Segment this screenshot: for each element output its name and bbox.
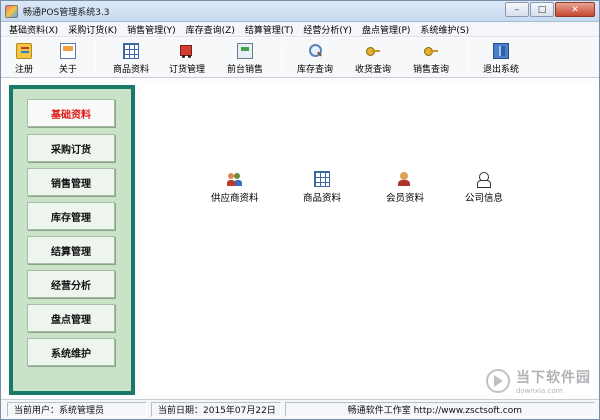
status-current-user: 当前用户：系统管理员	[7, 402, 147, 417]
nav-system[interactable]: 系统维护	[27, 338, 115, 366]
exit-icon	[493, 43, 509, 59]
menu-system[interactable]: 系统维护(S)	[415, 23, 474, 36]
menu-bar: 基础资料(X) 采购订货(K) 销售管理(Y) 库存查询(Z) 结算管理(T) …	[1, 22, 599, 37]
product-grid-icon	[123, 43, 139, 59]
window-title: 畅通POS管理系统3.3	[23, 8, 110, 18]
app-window: 畅通POS管理系统3.3 – □ ✕ 基础资料(X) 采购订货(K) 销售管理(…	[0, 0, 600, 420]
status-vendor: 畅通软件工作室 http://www.zsctsoft.com	[285, 402, 595, 417]
nav-inventory[interactable]: 库存管理	[27, 202, 115, 230]
menu-sales[interactable]: 销售管理(Y)	[122, 23, 181, 36]
toolbar: 注册 关于 商品资料 订货管理 前台销售 库存查询 收货查询 销售查询 退出系统	[1, 38, 599, 78]
people-icon	[226, 171, 243, 187]
truck-icon	[179, 43, 195, 59]
left-navigation-panel: 基础资料 采购订货 销售管理 库存管理 结算管理 经营分析 盘点管理 系统维护	[13, 89, 131, 391]
pos-terminal-icon	[237, 43, 253, 59]
status-bar: 当前用户：系统管理员 当前日期：2015年07月22日 畅通软件工作室 http…	[1, 399, 599, 419]
module-company-info[interactable]: 公司信息	[465, 171, 503, 204]
left-navigation: 基础资料 采购订货 销售管理 库存管理 结算管理 经营分析 盘点管理 系统维护	[9, 85, 135, 395]
toolbar-button-label: 退出系统	[483, 65, 520, 75]
menu-inventory-query[interactable]: 库存查询(Z)	[181, 23, 240, 36]
close-button[interactable]: ✕	[555, 2, 595, 17]
app-icon	[5, 5, 18, 18]
member-icon	[397, 171, 413, 187]
toolbar-button-label: 订货管理	[169, 65, 206, 75]
toolbar-inventory-query-button[interactable]: 库存查询	[297, 41, 333, 75]
key-icon	[423, 43, 439, 59]
toolbar-button-label: 注册	[15, 65, 34, 75]
toolbar-button-label: 库存查询	[297, 65, 334, 75]
toolbar-separator	[467, 43, 468, 73]
maximize-button[interactable]: □	[530, 2, 554, 17]
nav-sales[interactable]: 销售管理	[27, 168, 115, 196]
minimize-button[interactable]: –	[505, 2, 529, 17]
watermark-name: 当下软件园	[516, 370, 591, 386]
toolbar-ordering-button[interactable]: 订货管理	[169, 41, 205, 75]
module-label: 商品资料	[303, 193, 342, 204]
menu-stocktake[interactable]: 盘点管理(P)	[357, 23, 415, 36]
toolbar-button-label: 销售查询	[413, 65, 450, 75]
nav-analysis[interactable]: 经营分析	[27, 270, 115, 298]
register-icon	[16, 43, 32, 59]
toolbar-products-button[interactable]: 商品资料	[113, 41, 149, 75]
about-icon	[60, 43, 76, 59]
toolbar-pos-sales-button[interactable]: 前台销售	[227, 41, 263, 75]
toolbar-button-label: 关于	[59, 65, 78, 75]
toolbar-receipt-query-button[interactable]: 收货查询	[355, 41, 391, 75]
search-icon	[307, 43, 323, 59]
nav-stocktake[interactable]: 盘点管理	[27, 304, 115, 332]
toolbar-register-button[interactable]: 注册	[15, 41, 33, 75]
toolbar-button-label: 商品资料	[113, 65, 150, 75]
module-label: 供应商资料	[211, 193, 259, 204]
toolbar-sales-query-button[interactable]: 销售查询	[413, 41, 449, 75]
module-products[interactable]: 商品资料	[303, 171, 341, 204]
menu-purchasing[interactable]: 采购订货(K)	[63, 23, 122, 36]
key-icon	[365, 43, 381, 59]
menu-analysis[interactable]: 经营分析(Y)	[298, 23, 357, 36]
toolbar-separator	[281, 43, 282, 73]
toolbar-about-button[interactable]: 关于	[59, 41, 77, 75]
company-icon	[476, 171, 492, 188]
nav-settlement[interactable]: 结算管理	[27, 236, 115, 264]
module-suppliers[interactable]: 供应商资料	[211, 171, 259, 204]
product-grid-icon	[314, 171, 330, 187]
module-label: 会员资料	[386, 193, 425, 204]
menu-settlement[interactable]: 结算管理(T)	[240, 23, 299, 36]
module-label: 公司信息	[465, 193, 504, 204]
nav-basic-data[interactable]: 基础资料	[27, 99, 115, 127]
watermark: 当下软件园 downxia.com	[486, 367, 591, 395]
toolbar-button-label: 前台销售	[227, 65, 264, 75]
status-current-date: 当前日期：2015年07月22日	[151, 402, 281, 417]
play-logo-icon	[486, 369, 510, 393]
window-controls: – □ ✕	[505, 2, 595, 17]
toolbar-button-label: 收货查询	[355, 65, 392, 75]
title-bar[interactable]: 畅通POS管理系统3.3 – □ ✕	[1, 1, 599, 22]
main-content: 供应商资料 商品资料 会员资料 公司信息	[141, 85, 597, 395]
toolbar-separator	[95, 43, 96, 73]
watermark-text: 当下软件园 downxia.com	[516, 367, 591, 395]
watermark-url: downxia.com	[516, 387, 563, 395]
menu-basic-data[interactable]: 基础资料(X)	[4, 23, 63, 36]
module-members[interactable]: 会员资料	[386, 171, 424, 204]
toolbar-exit-button[interactable]: 退出系统	[483, 41, 519, 75]
nav-purchasing[interactable]: 采购订货	[27, 134, 115, 162]
